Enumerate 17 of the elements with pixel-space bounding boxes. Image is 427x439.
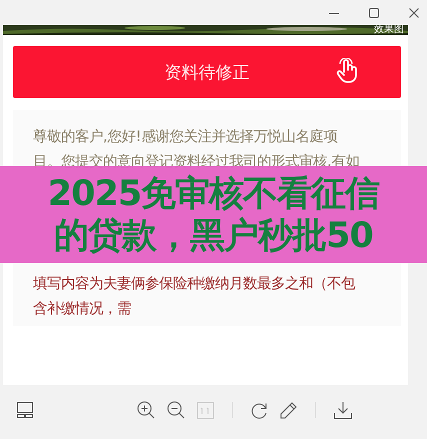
banner-text: 2025免审核不看征信	[48, 172, 380, 214]
rotate-icon[interactable]	[251, 402, 268, 418]
notice-text: 含补缴情况，需	[33, 300, 132, 318]
notice-text: 尊敬的客户,您好!感谢您关注并选择万悦山名庭项	[33, 128, 338, 147]
pointing-hand-icon	[335, 58, 359, 84]
download-icon[interactable]	[334, 402, 352, 418]
correction-button[interactable]: 资料待修正	[13, 46, 401, 98]
zoom-in-icon[interactable]	[137, 401, 155, 419]
pencil-icon[interactable]	[280, 402, 297, 418]
thumbnails-icon[interactable]	[17, 402, 33, 418]
notice-text: 填写内容为夫妻俩参保险种缴纳月数最多之和（不包	[33, 274, 356, 294]
banner-text: 的贷款，黑户秒批50	[54, 214, 373, 256]
zoom-out-icon[interactable]	[167, 401, 185, 419]
watermark-label: 效果图	[374, 24, 404, 36]
maximize-icon[interactable]	[369, 8, 379, 18]
notice-text: 目。您提交的意向登记资料经过我司的形式审核,有如	[33, 152, 361, 172]
close-icon[interactable]	[409, 8, 419, 18]
